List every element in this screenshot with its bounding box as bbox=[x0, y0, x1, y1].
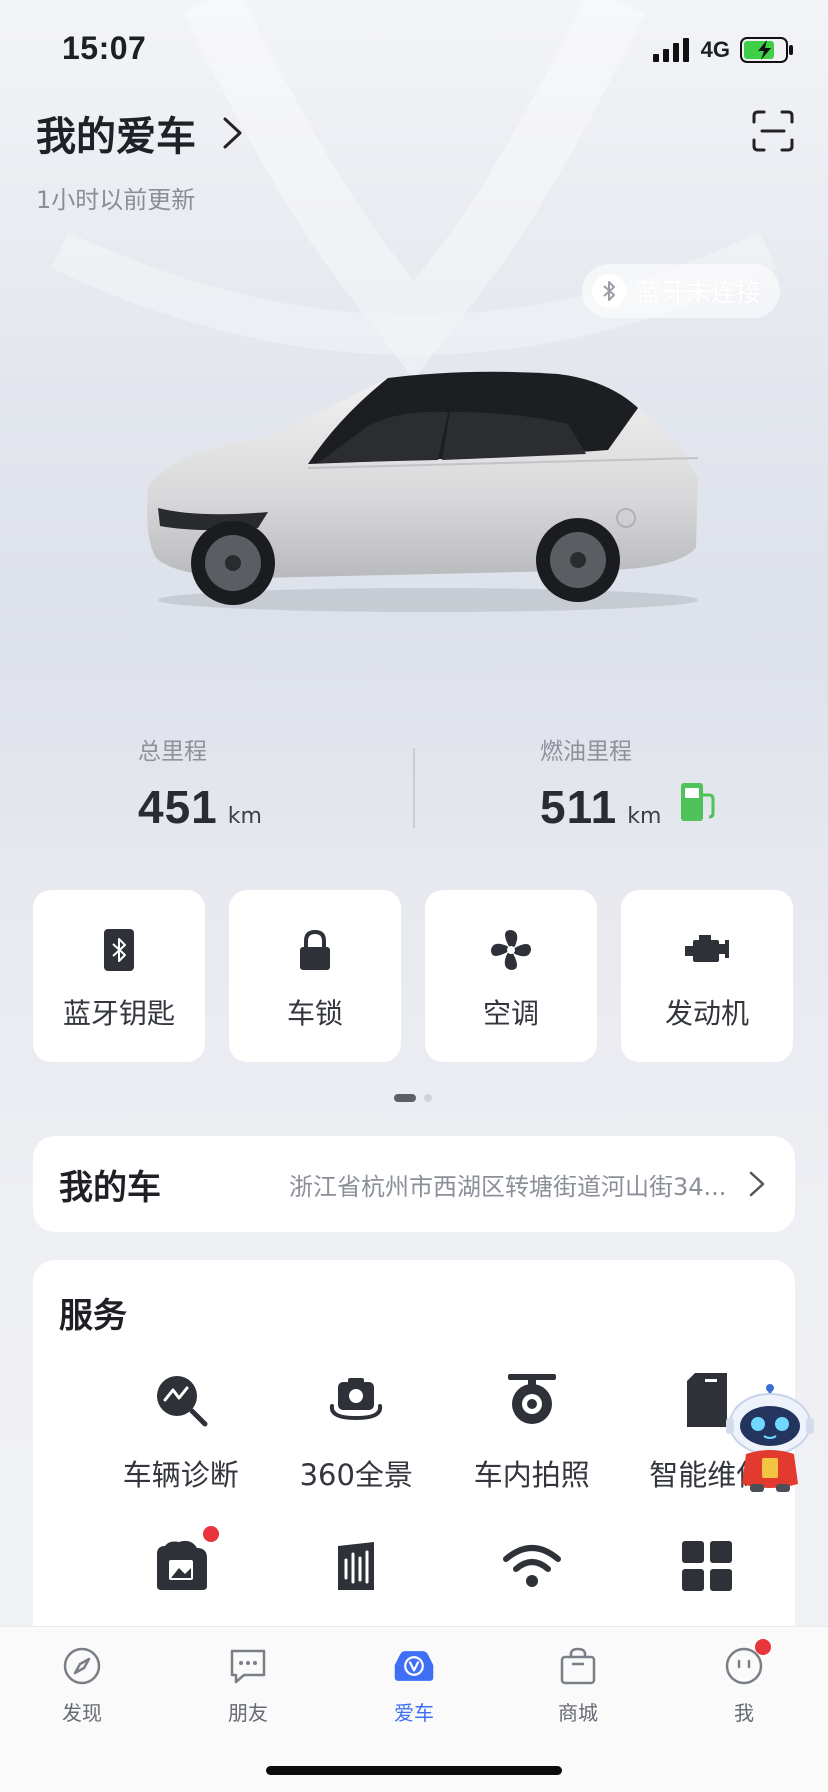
sound-wave-icon bbox=[326, 1536, 386, 1596]
bluetooth-key-icon bbox=[95, 926, 143, 974]
fuel-mileage: 燃油里程 511 km bbox=[540, 732, 717, 834]
control-engine[interactable]: 发动机 bbox=[621, 890, 793, 1062]
total-mileage-value: 451 bbox=[138, 781, 218, 833]
network-label: 4G bbox=[700, 37, 730, 62]
compass-icon bbox=[61, 1645, 103, 1687]
signal-icon bbox=[652, 38, 689, 62]
fuel-mileage-value: 511 bbox=[540, 781, 618, 833]
service-diagnosis[interactable]: 车辆诊断 bbox=[93, 1370, 269, 1494]
photo-album-icon bbox=[151, 1526, 219, 1596]
page-indicator bbox=[394, 1094, 432, 1102]
car-icon bbox=[393, 1645, 435, 1687]
bluetooth-icon bbox=[592, 274, 626, 308]
tab-my-car-label: 爱车 bbox=[394, 1701, 434, 1725]
fuel-mileage-label: 燃油里程 bbox=[540, 739, 632, 765]
my-car-card[interactable]: 我的车 浙江省杭州市西湖区转塘街道河山街34... bbox=[33, 1136, 795, 1232]
tab-friends[interactable]: 朋友 bbox=[198, 1645, 298, 1726]
quick-controls: 蓝牙钥匙 车锁 空调 发动机 bbox=[33, 890, 795, 1062]
face-icon bbox=[723, 1639, 771, 1687]
chevron-right-icon bbox=[749, 1171, 765, 1197]
update-time-text: 1小时以前更新 bbox=[36, 186, 196, 214]
notification-badge bbox=[755, 1639, 771, 1655]
bluetooth-status-label: 蓝牙未连接 bbox=[636, 278, 762, 307]
engine-icon bbox=[683, 926, 731, 974]
service-360-view-label: 360全景 bbox=[299, 1458, 413, 1492]
tab-discover[interactable]: 发现 bbox=[32, 1645, 132, 1726]
robot-mascot-icon[interactable] bbox=[724, 1384, 816, 1494]
control-ac-label: 空调 bbox=[482, 997, 539, 1030]
control-lock-label: 车锁 bbox=[286, 997, 343, 1030]
page-dot-active bbox=[394, 1094, 416, 1102]
total-mileage-label: 总里程 bbox=[138, 739, 207, 765]
notification-badge bbox=[202, 1526, 219, 1542]
service-sound[interactable] bbox=[269, 1536, 445, 1596]
home-indicator[interactable] bbox=[266, 1766, 562, 1775]
tab-friends-label: 朋友 bbox=[228, 1701, 268, 1725]
services-row bbox=[33, 1526, 796, 1596]
control-bluetooth-key[interactable]: 蓝牙钥匙 bbox=[33, 890, 205, 1062]
service-cabin-photo-label: 车内拍照 bbox=[473, 1458, 590, 1492]
service-diagnosis-label: 车辆诊断 bbox=[122, 1458, 239, 1492]
car-image bbox=[147, 371, 699, 612]
services-grid: 车辆诊断 360全景 车内拍照 智能维保 bbox=[33, 1370, 795, 1596]
page-dot bbox=[424, 1094, 432, 1102]
tab-me[interactable]: 我 bbox=[694, 1639, 794, 1726]
control-lock[interactable]: 车锁 bbox=[229, 890, 401, 1062]
fan-icon bbox=[487, 926, 535, 974]
my-car-address: 浙江省杭州市西湖区转塘街道河山街34... bbox=[289, 1172, 727, 1201]
services-card: 服务 车辆诊断 360全景 车内拍照 智能维保 bbox=[33, 1260, 795, 1680]
tab-discover-label: 发现 bbox=[62, 1701, 102, 1725]
grid-more-icon bbox=[677, 1536, 737, 1596]
shopping-bag-icon bbox=[557, 1645, 599, 1687]
services-row: 车辆诊断 360全景 车内拍照 智能维保 bbox=[33, 1370, 795, 1494]
status-indicators: 4G bbox=[652, 34, 794, 66]
service-wifi[interactable] bbox=[444, 1536, 620, 1596]
lock-icon bbox=[291, 926, 339, 974]
tab-shop-label: 商城 bbox=[558, 1701, 598, 1725]
mileage-stats: 总里程 451 km 燃油里程 511 km bbox=[0, 732, 828, 842]
battery-charging-icon bbox=[740, 37, 793, 63]
dashcam-icon bbox=[502, 1370, 562, 1430]
service-360-view[interactable]: 360全景 bbox=[269, 1370, 445, 1494]
services-title: 服务 bbox=[59, 1296, 127, 1336]
scan-icon[interactable] bbox=[752, 110, 794, 152]
status-time: 15:07 bbox=[62, 30, 147, 66]
service-album[interactable] bbox=[93, 1526, 269, 1596]
tab-me-label: 我 bbox=[734, 1701, 754, 1725]
total-mileage-unit: km bbox=[227, 804, 262, 829]
service-cabin-photo[interactable]: 车内拍照 bbox=[444, 1370, 620, 1494]
fuel-mileage-unit: km bbox=[627, 804, 662, 829]
control-bluetooth-key-label: 蓝牙钥匙 bbox=[62, 997, 175, 1030]
page-title-row[interactable]: 我的爱车 bbox=[36, 104, 244, 162]
control-engine-label: 发动机 bbox=[664, 997, 749, 1030]
stats-divider bbox=[413, 748, 415, 828]
chevron-right-icon bbox=[223, 117, 242, 149]
camera-360-icon bbox=[326, 1370, 386, 1430]
tab-my-car[interactable]: 爱车 bbox=[364, 1645, 464, 1726]
wifi-icon bbox=[502, 1536, 562, 1596]
bluetooth-status-pill[interactable]: 蓝牙未连接 bbox=[582, 264, 780, 318]
control-ac[interactable]: 空调 bbox=[425, 890, 597, 1062]
tab-shop[interactable]: 商城 bbox=[528, 1645, 628, 1726]
chat-icon bbox=[227, 1645, 269, 1687]
page-title: 我的爱车 bbox=[36, 114, 196, 160]
total-mileage: 总里程 451 km bbox=[138, 732, 262, 834]
fuel-pump-icon bbox=[681, 783, 715, 821]
diagnosis-icon bbox=[151, 1370, 211, 1430]
my-car-title: 我的车 bbox=[59, 1167, 161, 1208]
service-more[interactable] bbox=[620, 1536, 796, 1596]
